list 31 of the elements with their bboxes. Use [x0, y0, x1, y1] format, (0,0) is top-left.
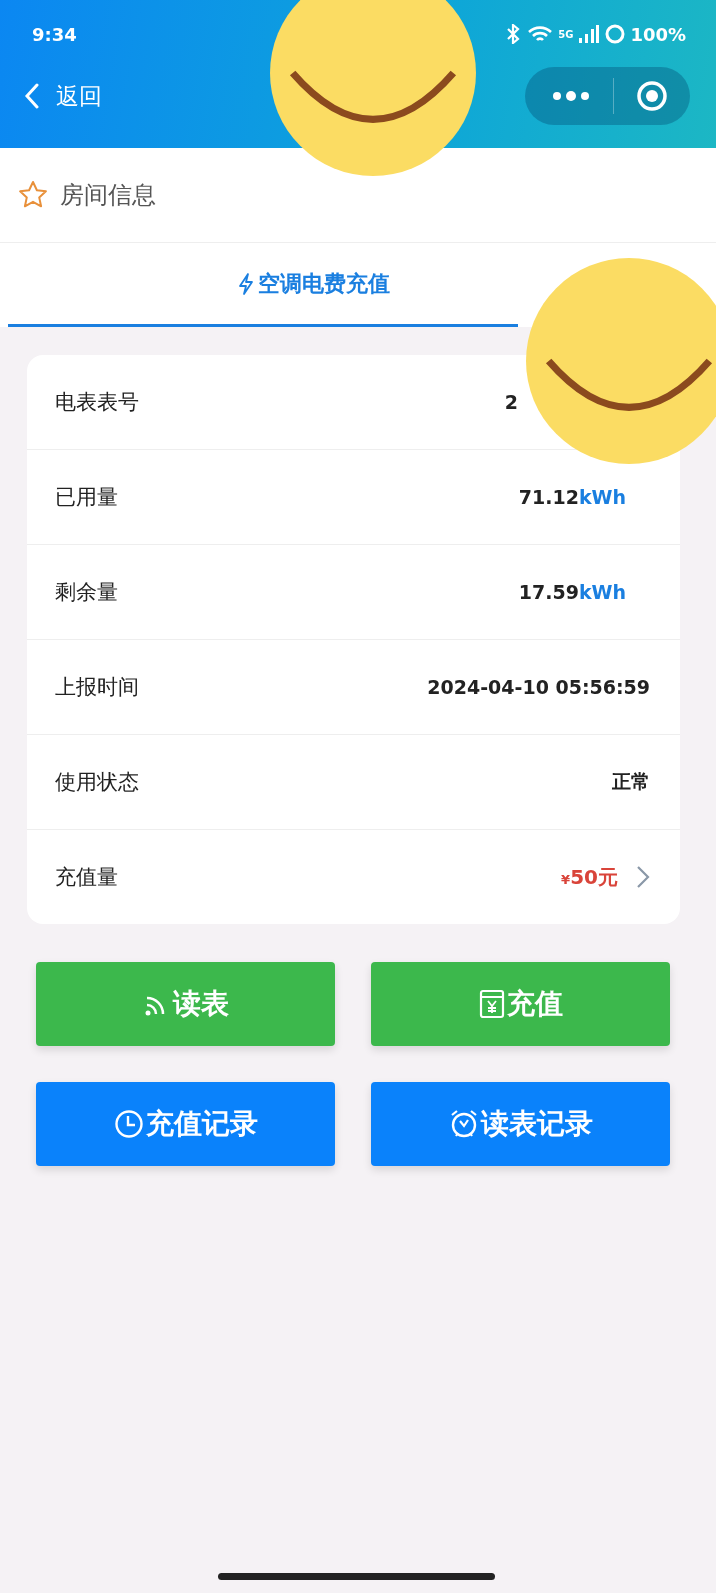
row-label: 充值量: [55, 864, 119, 891]
back-button[interactable]: 返回: [24, 80, 102, 112]
recharge-amount[interactable]: ¥50元: [561, 863, 618, 891]
network-label: 5G: [558, 28, 574, 40]
chevron-left-icon: [24, 83, 40, 109]
row-value: 2024-04-10 05:56:59: [427, 676, 650, 698]
lightning-icon: [236, 271, 256, 296]
more-icon[interactable]: [551, 90, 591, 102]
row-value: 71.12kWh: [518, 486, 626, 508]
row-label: 使用状态: [55, 769, 140, 796]
action-button[interactable]: 充值记录: [36, 1082, 335, 1166]
row-value: 17.59kWh: [518, 581, 626, 603]
action-button[interactable]: 读表: [36, 962, 335, 1046]
signal-icon: [578, 24, 601, 44]
action-button[interactable]: 充值: [371, 962, 670, 1046]
action-button[interactable]: 读表记录: [371, 1082, 670, 1166]
row-value: 正常: [612, 769, 650, 794]
row-value: 2: [504, 391, 518, 413]
status-time: 9:34: [32, 23, 77, 45]
row-label: 剩余量: [55, 579, 119, 606]
row-label: 已用量: [55, 484, 119, 511]
row-label: 电表表号: [55, 389, 140, 416]
row-label: 上报时间: [55, 674, 140, 701]
battery-ring-icon: [605, 24, 626, 44]
clock-icon: [113, 1109, 144, 1139]
battery-percent: 100%: [630, 23, 686, 45]
close-target-icon[interactable]: [636, 80, 668, 112]
yen-receipt-icon: [478, 989, 505, 1019]
star-icon: [18, 180, 48, 210]
chevron-right-icon[interactable]: [636, 865, 650, 889]
section-title: 房间信息: [60, 180, 156, 211]
